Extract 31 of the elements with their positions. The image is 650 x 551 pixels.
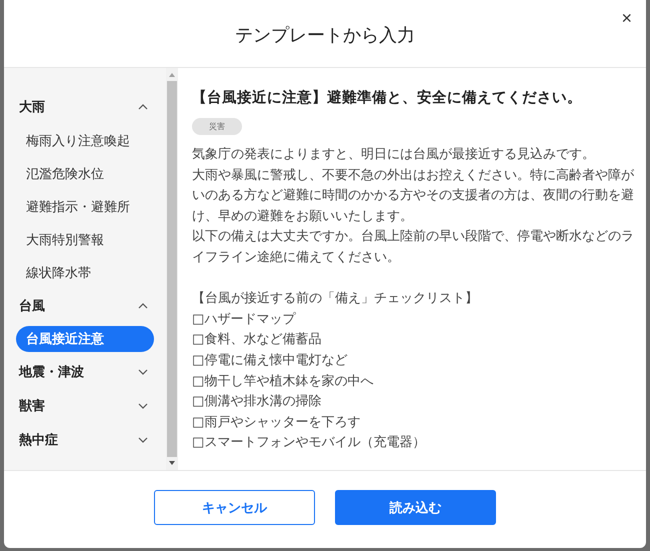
checklist-heading: 【台風が接近する前の「備え」チェックリスト】 bbox=[192, 290, 479, 308]
checklist-line: □側溝や排水溝の掃除 bbox=[192, 393, 322, 412]
checklist-line: □スマートフォンやモバイル（充電器） bbox=[192, 434, 426, 452]
body-paragraph: 気象庁の発表によりますと、明日には台風が最接近する見込みです。 bbox=[192, 146, 596, 164]
category-header[interactable]: 熱中症 bbox=[4, 423, 166, 457]
template-item[interactable]: 氾濫危険水位 bbox=[4, 157, 154, 190]
category-header[interactable]: 大雨 bbox=[4, 90, 166, 124]
category-header[interactable]: 地震・津波 bbox=[4, 355, 166, 389]
template-item[interactable]: 避難指示・避難所 bbox=[4, 190, 154, 223]
category-tag: 災害 bbox=[192, 118, 242, 135]
category-header[interactable]: 獣害 bbox=[4, 389, 166, 423]
dialog-title: テンプレートから入力 bbox=[235, 24, 415, 46]
template-title: 【台風接近に注意】避難準備と、安全に備えてください。 bbox=[192, 88, 583, 107]
scrollbar[interactable] bbox=[166, 68, 178, 470]
template-item[interactable]: 梅雨入り注意喚起 bbox=[4, 124, 154, 157]
checklist-line: □ハザードマップ bbox=[192, 310, 297, 329]
cancel-button[interactable]: キャンセル bbox=[154, 490, 315, 525]
load-button[interactable]: 読み込む bbox=[335, 490, 496, 525]
body-paragraph: 以下の備えは大丈夫ですか。台風上陸前の早い段階で、停電や断水などのライフライン途絶に備えてください。 bbox=[192, 228, 634, 267]
checklist-line: □停電に備え懐中電灯など bbox=[192, 352, 348, 370]
template-item[interactable]: 線状降水帯 bbox=[4, 256, 154, 289]
scroll-down-icon[interactable] bbox=[169, 460, 175, 466]
template-item[interactable]: 台風接近注意 bbox=[16, 326, 154, 352]
scroll-up-icon[interactable] bbox=[169, 72, 175, 78]
checklist-line: □食料、水など備蓄品 bbox=[192, 331, 322, 350]
checklist-line: □物干し竿や植木鉢を家の中へ bbox=[192, 372, 374, 391]
category-header[interactable]: 台風 bbox=[4, 289, 166, 323]
checklist-line: □雨戸やシャッターを下ろす bbox=[192, 414, 362, 432]
close-button[interactable]: × bbox=[619, 8, 634, 29]
template-item[interactable]: 大雨特別警報 bbox=[4, 223, 154, 256]
body-paragraph: 大雨や暴風に警戒し、不要不急の外出はお控えください。特に高齢者や障がいのある方など避難に時間のかかる方やその支援者の方は、夜間の行動を避け、早めの避難をお願いいたします。 bbox=[192, 166, 634, 226]
